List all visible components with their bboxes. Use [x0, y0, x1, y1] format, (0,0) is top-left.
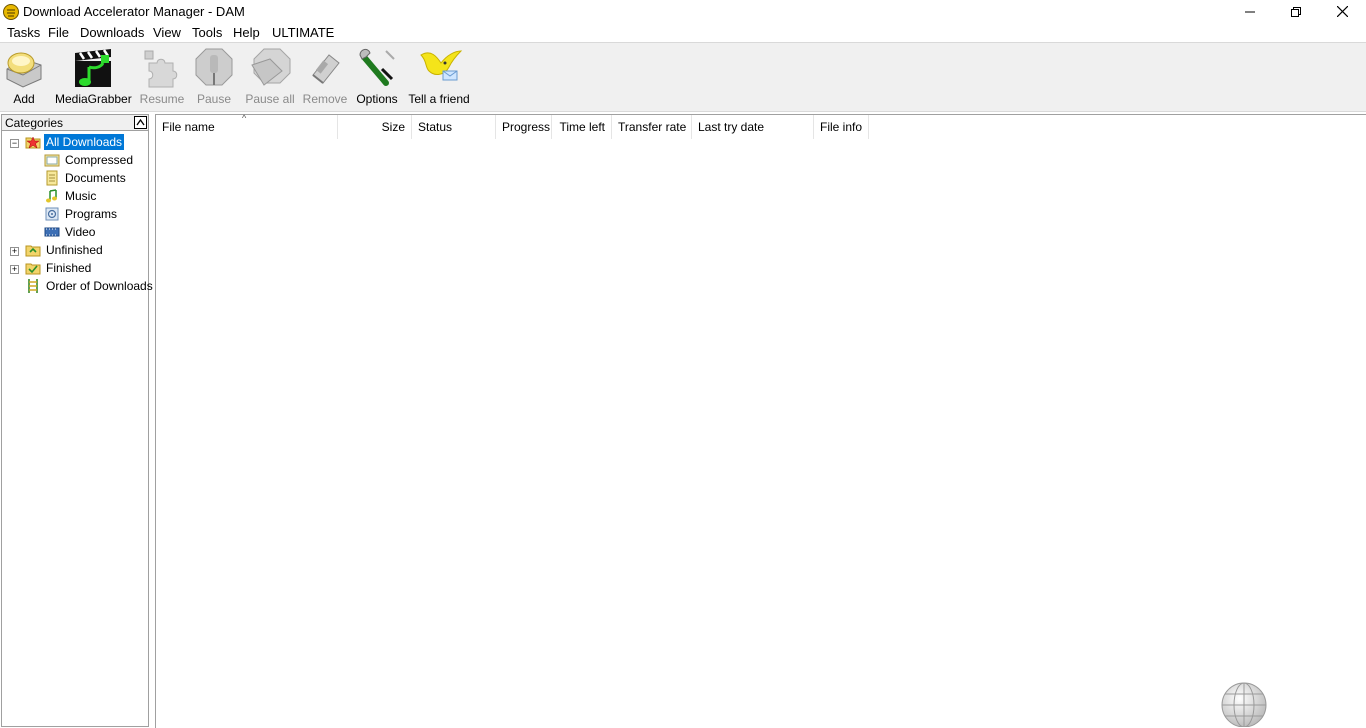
tree-label-all-downloads: All Downloads [44, 134, 125, 150]
remove-label: Remove [302, 92, 348, 106]
column-time-left-label: Time left [559, 120, 605, 134]
tree-item-documents[interactable]: Documents [44, 169, 128, 187]
add-icon [6, 52, 42, 88]
remove-button[interactable]: Remove [302, 45, 348, 111]
clapperboard-icon [75, 49, 111, 87]
downloads-list[interactable]: File name ^ Size Status Progress Time le… [155, 113, 1366, 728]
categories-header: Categories [2, 115, 148, 131]
column-progress-label: Progress [502, 120, 551, 134]
stop-hand-icon [195, 48, 233, 86]
column-file-name[interactable]: File name ^ [156, 113, 338, 139]
globe-icon[interactable] [1220, 681, 1268, 727]
column-status[interactable]: Status [412, 115, 496, 139]
tree-label-music: Music [65, 189, 97, 203]
tree-item-video[interactable]: Video [44, 223, 97, 241]
resume-label: Resume [139, 92, 185, 106]
pause-all-label: Pause all [245, 92, 295, 106]
column-status-label: Status [418, 120, 453, 134]
documents-icon [46, 170, 58, 186]
eraser-icon [312, 54, 340, 84]
column-last-try-date[interactable]: Last try date [692, 115, 814, 139]
tree-item-finished[interactable]: Finished [25, 259, 93, 277]
tree-label-order-of-downloads: Order of Downloads [46, 279, 153, 293]
mediagrabber-button[interactable]: MediaGrabber [55, 45, 132, 111]
tree-label-video: Video [65, 225, 96, 239]
star-folder-icon [25, 136, 41, 149]
pause-all-button[interactable]: Pause all [244, 45, 296, 111]
pause-button[interactable]: Pause [192, 45, 236, 111]
minimize-icon [1245, 11, 1255, 12]
music-note-icon [46, 189, 57, 203]
column-size[interactable]: Size [338, 115, 412, 139]
tree-item-order-of-downloads[interactable]: Order of Downloads [25, 277, 155, 295]
menu-help[interactable]: Help [233, 25, 260, 40]
restore-icon [1291, 6, 1301, 17]
restore-button[interactable] [1273, 0, 1319, 23]
tree-expand-finished[interactable]: + [10, 265, 19, 274]
dam-app-icon [3, 4, 19, 20]
column-file-name-label: File name [162, 120, 215, 134]
close-icon [1336, 6, 1348, 17]
programs-icon [45, 207, 59, 221]
menu-bar: Tasks File Downloads View Tools Help ULT… [0, 23, 1366, 42]
mediagrabber-label: MediaGrabber [55, 92, 132, 106]
collapse-panel-button[interactable] [134, 116, 147, 129]
wrench-icon [359, 48, 395, 86]
categories-panel: Categories − All Downloads Compressed Do… [1, 114, 153, 727]
tree-label-unfinished: Unfinished [46, 243, 103, 257]
menu-downloads[interactable]: Downloads [80, 25, 144, 40]
minimize-button[interactable] [1227, 0, 1273, 23]
menu-view[interactable]: View [153, 25, 181, 40]
caret-up-icon [136, 118, 145, 126]
tree-item-unfinished[interactable]: Unfinished [25, 241, 105, 259]
column-size-label: Size [381, 120, 405, 134]
tree-item-programs[interactable]: Programs [44, 205, 119, 223]
finished-folder-icon [25, 263, 41, 275]
options-label: Options [356, 92, 398, 106]
tree-label-documents: Documents [65, 171, 126, 185]
add-button[interactable]: Add [2, 45, 46, 111]
column-transfer-rate[interactable]: Transfer rate [612, 115, 692, 139]
title-bar: Download Accelerator Manager - DAM [0, 0, 1366, 23]
sort-ascending-icon: ^ [242, 113, 247, 123]
tell-a-friend-button[interactable]: Tell a friend [405, 45, 473, 111]
tree-label-compressed: Compressed [65, 153, 134, 167]
column-transfer-rate-label: Transfer rate [618, 120, 687, 134]
menu-ultimate[interactable]: ULTIMATE [272, 25, 334, 40]
tree-item-music[interactable]: Music [44, 187, 98, 205]
pause-label: Pause [196, 92, 232, 106]
column-progress[interactable]: Progress [496, 115, 552, 139]
tree-item-compressed[interactable]: Compressed [44, 151, 135, 169]
compressed-folder-icon [44, 154, 60, 167]
toolbar: Add MediaGrabber Resume Pause Pause all … [0, 42, 1366, 112]
categories-title: Categories [5, 116, 64, 130]
options-button[interactable]: Options [354, 45, 400, 111]
column-file-info[interactable]: File info [814, 115, 869, 139]
tree-item-all-downloads[interactable]: All Downloads [25, 133, 125, 151]
video-film-icon [44, 227, 60, 237]
tree-expand-unfinished[interactable]: + [10, 247, 19, 256]
add-label: Add [13, 92, 35, 106]
tree-collapse-all-downloads[interactable]: − [10, 139, 19, 148]
close-button[interactable] [1319, 0, 1365, 23]
pause-all-icon [251, 48, 291, 86]
menu-file[interactable]: File [48, 25, 69, 40]
menu-tasks[interactable]: Tasks [7, 25, 40, 40]
tree-label-programs: Programs [65, 207, 118, 221]
column-time-left[interactable]: Time left [552, 115, 612, 139]
tree-label-finished: Finished [46, 261, 92, 275]
resume-puzzle-icon [144, 50, 178, 88]
menu-tools[interactable]: Tools [192, 25, 222, 40]
tell-a-friend-label: Tell a friend [408, 92, 470, 106]
ladder-icon [28, 279, 38, 293]
column-file-info-label: File info [820, 120, 863, 134]
window-title: Download Accelerator Manager - DAM [23, 4, 245, 19]
bird-envelope-icon [420, 50, 463, 81]
column-last-try-date-label: Last try date [698, 120, 765, 134]
resume-button[interactable]: Resume [138, 45, 186, 111]
unfinished-folder-icon [25, 245, 41, 257]
